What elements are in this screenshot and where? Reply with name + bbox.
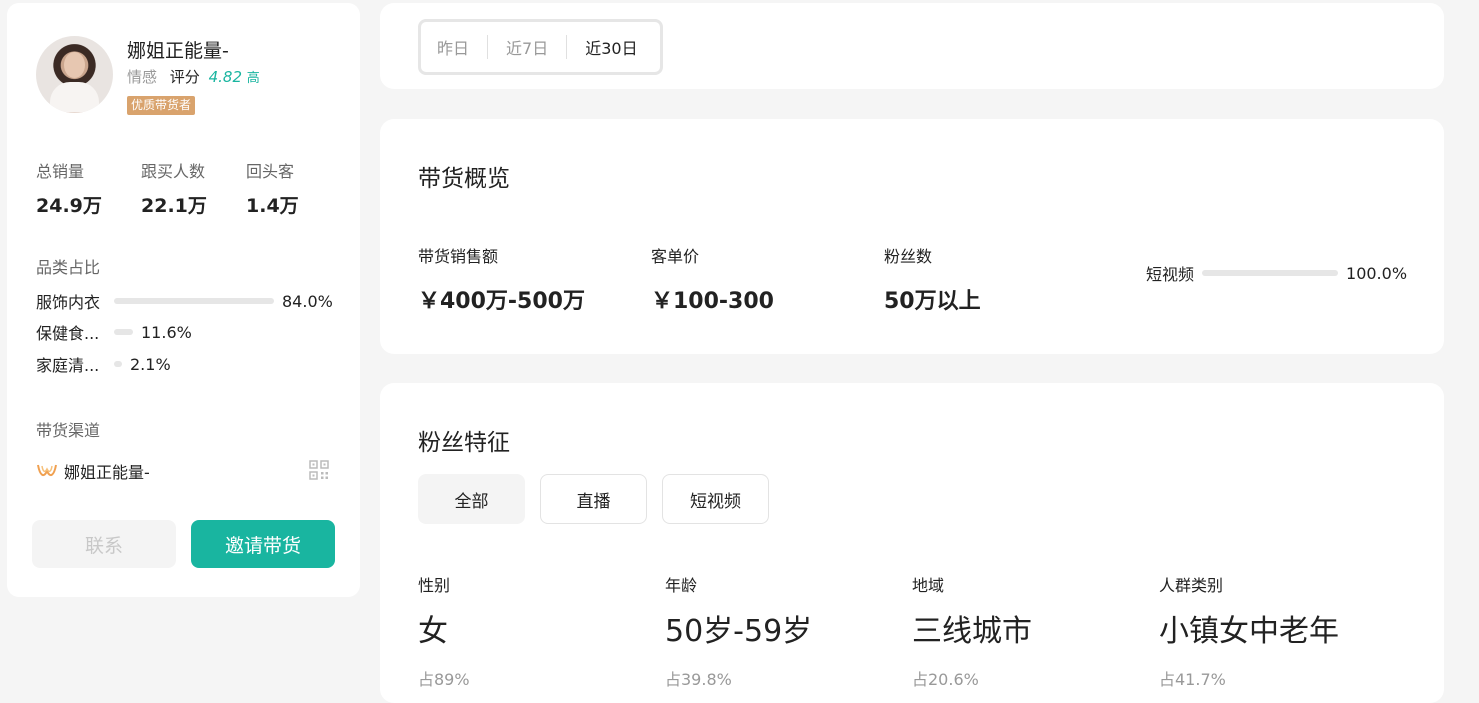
stat-label: 总销量 (36, 162, 85, 181)
sales-overview-card: 带货概览 带货销售额 ￥400万-500万 客单价 ￥100-300 粉丝数 5… (380, 119, 1444, 354)
category-percent: 11.6% (141, 322, 192, 342)
category-label: 服饰内衣 (36, 293, 101, 312)
category-row: 保健食... 11.6% (36, 322, 192, 344)
feature-group: 人群类别 小镇女中老年 占41.7% (1159, 572, 1339, 690)
category-row: 家庭清... 2.1% (36, 354, 171, 376)
category-percent: 84.0% (282, 291, 333, 311)
tab-yesterday[interactable]: 昨日 (437, 35, 487, 59)
feature-share: 占20.6% (912, 670, 979, 689)
feature-value: 女 (418, 614, 448, 649)
short-video-label: 短视频 (1146, 265, 1195, 284)
tab-short-video[interactable]: 短视频 (662, 474, 769, 524)
metric-value: 50万以上 (884, 289, 981, 314)
metric-value: ￥400万-500万 (418, 289, 585, 314)
score-label: 评分 (169, 68, 200, 86)
metric-label: 带货销售额 (418, 247, 499, 266)
creator-profile-card: 娜姐正能量- 情感 评分 4.82 高 优质带货者 总销量 24.9万 跟买人数… (7, 3, 360, 597)
feature-label: 地域 (912, 576, 945, 595)
metric-label: 粉丝数 (884, 247, 933, 266)
date-filter-card: 昨日 近7日 近30日 (380, 3, 1444, 89)
stat-value: 22.1万 (141, 195, 207, 217)
metric-value: ￥100-300 (651, 289, 774, 314)
feature-region: 地域 三线城市 占20.6% (912, 572, 1032, 690)
feature-value: 三线城市 (912, 614, 1032, 649)
creator-category: 情感 (127, 68, 158, 86)
avatar[interactable] (36, 36, 113, 113)
fans-title: 粉丝特征 (418, 430, 510, 456)
category-share-title: 品类占比 (36, 258, 101, 277)
metric-unit-price: 客单价 ￥100-300 (651, 243, 774, 315)
feature-label: 性别 (418, 576, 451, 595)
stat-total-sales: 总销量 24.9万 (36, 158, 102, 218)
avatar-body (50, 82, 99, 113)
creator-name: 娜姐正能量- (127, 40, 229, 62)
metric-sales-amount: 带货销售额 ￥400万-500万 (418, 243, 585, 315)
stat-label: 跟买人数 (141, 162, 206, 181)
contact-button[interactable]: 联系 (32, 520, 176, 568)
creator-meta: 情感 评分 4.82 高 (127, 66, 260, 87)
quality-seller-badge: 优质带货者 (127, 96, 196, 115)
feature-share: 占89% (418, 670, 470, 689)
score-value: 4.82 (208, 68, 242, 86)
category-label: 保健食... (36, 324, 100, 343)
category-label: 家庭清... (36, 356, 100, 375)
feature-value: 50岁-59岁 (665, 614, 813, 649)
avatar-face (64, 52, 85, 78)
category-percent: 2.1% (130, 354, 171, 374)
metric-label: 客单价 (651, 247, 700, 266)
qr-code-icon[interactable] (309, 460, 329, 480)
date-range-tabs: 昨日 近7日 近30日 (418, 19, 663, 75)
short-video-share: 短视频 100.0% (1146, 261, 1407, 285)
category-bar (114, 298, 274, 304)
category-row: 服饰内衣 84.0% (36, 291, 333, 313)
metric-fans: 粉丝数 50万以上 (884, 243, 981, 315)
fan-features-card: 粉丝特征 全部 直播 短视频 性别 女 占89% 年龄 50岁-59岁 占39.… (380, 383, 1444, 703)
short-video-bar (1202, 270, 1339, 276)
feature-share: 占39.8% (665, 670, 732, 689)
stat-repeat-customers: 回头客 1.4万 (246, 158, 299, 218)
category-bar (114, 329, 133, 335)
stat-value: 1.4万 (246, 195, 299, 217)
stat-value: 24.9万 (36, 195, 102, 217)
feature-label: 年龄 (665, 576, 698, 595)
tab-last-30-days[interactable]: 近30日 (566, 35, 655, 59)
channel-name: 娜姐正能量- (64, 463, 150, 482)
tab-live[interactable]: 直播 (540, 474, 647, 524)
douyin-logo-icon (37, 464, 57, 477)
feature-value: 小镇女中老年 (1159, 614, 1339, 649)
feature-label: 人群类别 (1159, 576, 1224, 595)
stat-label: 回头客 (246, 162, 295, 181)
channel-title: 带货渠道 (36, 421, 101, 440)
short-video-percent: 100.0% (1346, 263, 1408, 283)
overview-title: 带货概览 (418, 166, 510, 192)
feature-share: 占41.7% (1159, 670, 1226, 689)
tab-all[interactable]: 全部 (418, 474, 525, 524)
feature-age: 年龄 50岁-59岁 占39.8% (665, 572, 812, 690)
score-level: 高 (246, 71, 260, 86)
invite-button[interactable]: 邀请带货 (191, 520, 335, 568)
feature-gender: 性别 女 占89% (418, 572, 470, 690)
category-bar (114, 361, 122, 367)
stat-followers-buying: 跟买人数 22.1万 (141, 158, 207, 218)
tab-last-7-days[interactable]: 近7日 (487, 35, 566, 59)
channel-item[interactable]: 娜姐正能量- (36, 459, 150, 483)
